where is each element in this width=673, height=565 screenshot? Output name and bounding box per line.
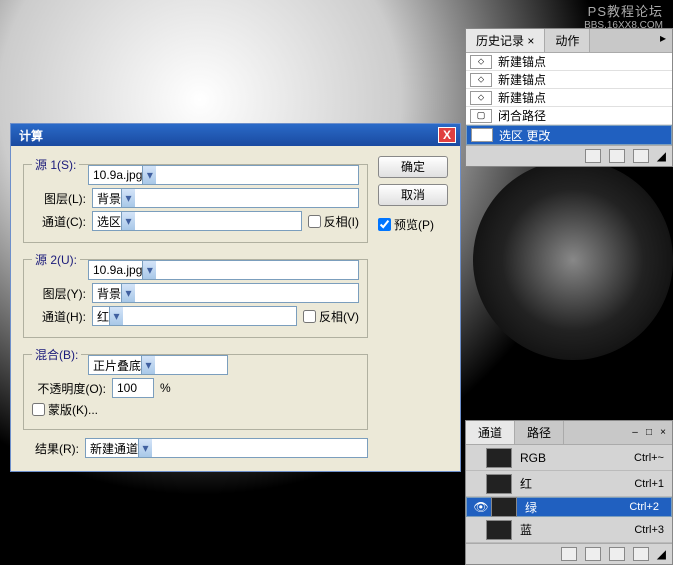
opacity-input[interactable] <box>112 378 154 398</box>
selection-icon: ▦ <box>471 128 493 142</box>
new-icon[interactable] <box>609 149 625 163</box>
chevron-down-icon: ▾ <box>142 261 156 279</box>
channel-label: 通道(C): <box>32 213 86 230</box>
close-icon[interactable]: × <box>658 428 668 438</box>
chevron-down-icon: ▾ <box>121 189 135 207</box>
chevron-down-icon: ▾ <box>138 439 152 457</box>
panel-resize-icon[interactable]: ◢ <box>657 149 666 163</box>
history-row[interactable]: ⬦新建锚点 <box>466 53 672 71</box>
anchor-icon: ⬦ <box>470 73 492 87</box>
percent-label: % <box>160 381 171 395</box>
tab-history[interactable]: 历史记录 × <box>466 29 545 52</box>
result-label: 结果(R): <box>23 440 79 457</box>
source2-file-select[interactable]: 10.9a.jpg▾ <box>88 260 359 280</box>
channel-row-rgb[interactable]: RGBCtrl+~ <box>466 445 672 471</box>
calculations-dialog: 计算 X 源 1(S): 10.9a.jpg▾ 图层(L): 背景▾ 通道(C)… <box>10 123 461 472</box>
minimize-icon[interactable]: – <box>630 428 640 438</box>
source1-channel-select[interactable]: 选区▾ <box>92 211 302 231</box>
mask-checkbox[interactable]: 蒙版(K)... <box>32 401 98 418</box>
preview-checkbox[interactable]: 预览(P) <box>378 216 448 233</box>
dialog-title: 计算 <box>19 127 438 144</box>
blend-mode-select[interactable]: 正片叠底▾ <box>88 355 228 375</box>
tab-paths[interactable]: 路径 <box>515 421 564 444</box>
close-icon[interactable]: X <box>438 127 456 143</box>
source2-channel-select[interactable]: 红▾ <box>92 306 297 326</box>
history-row[interactable]: ⬦新建锚点 <box>466 71 672 89</box>
load-selection-icon[interactable] <box>561 547 577 561</box>
chevron-down-icon: ▾ <box>142 166 156 184</box>
opacity-label: 不透明度(O): <box>32 380 106 397</box>
chevron-down-icon: ▾ <box>109 307 123 325</box>
channel-label: 通道(H): <box>32 308 86 325</box>
result-select[interactable]: 新建通道▾ <box>85 438 368 458</box>
invert2-checkbox[interactable]: 反相(V) <box>303 308 359 325</box>
tab-channels[interactable]: 通道 <box>466 421 515 444</box>
chevron-down-icon: ▾ <box>121 212 135 230</box>
source2-layer-select[interactable]: 背景▾ <box>92 283 359 303</box>
history-row[interactable]: ⬦新建锚点 <box>466 89 672 107</box>
thumb-icon <box>486 448 512 468</box>
path-icon: ▢ <box>470 109 492 123</box>
trash-icon[interactable] <box>633 149 649 163</box>
channel-row-green[interactable]: 👁绿Ctrl+2 <box>466 497 672 517</box>
save-selection-icon[interactable] <box>585 547 601 561</box>
thumb-icon <box>491 497 517 517</box>
invert1-checkbox[interactable]: 反相(I) <box>308 213 359 230</box>
close-icon[interactable]: × <box>527 34 534 48</box>
history-row[interactable]: ▦选区 更改 <box>466 125 672 145</box>
tab-actions[interactable]: 动作 <box>545 29 590 52</box>
chevron-down-icon: ▾ <box>141 356 155 374</box>
source2-group: 源 2(U): 10.9a.jpg▾ 图层(Y): 背景▾ 通道(H): 红▾ … <box>23 251 368 338</box>
thumb-icon <box>486 474 512 494</box>
panel-menu-icon[interactable]: ▸ <box>654 29 672 52</box>
history-row[interactable]: ▢闭合路径 <box>466 107 672 125</box>
snapshot-icon[interactable] <box>585 149 601 163</box>
channel-row-red[interactable]: 红Ctrl+1 <box>466 471 672 497</box>
blend-group: 混合(B): 正片叠底▾ 不透明度(O): % 蒙版(K)... <box>23 346 368 430</box>
chevron-down-icon: ▾ <box>121 284 135 302</box>
eye-icon[interactable]: 👁 <box>471 500 491 514</box>
source1-group: 源 1(S): 10.9a.jpg▾ 图层(L): 背景▾ 通道(C): 选区▾… <box>23 156 368 243</box>
trash-icon[interactable] <box>633 547 649 561</box>
source1-layer-select[interactable]: 背景▾ <box>92 188 359 208</box>
new-channel-icon[interactable] <box>609 547 625 561</box>
anchor-icon: ⬦ <box>470 91 492 105</box>
history-panel: 历史记录 × 动作 ▸ ⬦新建锚点 ⬦新建锚点 ⬦新建锚点 ▢闭合路径 ▦选区 … <box>465 28 673 167</box>
layer-label: 图层(Y): <box>32 285 86 302</box>
watermark: PS教程论坛 BBS.16XX8.COM <box>584 4 663 32</box>
dialog-titlebar[interactable]: 计算 X <box>11 124 460 146</box>
channels-panel: 通道 路径 – □ × RGBCtrl+~ 红Ctrl+1 👁绿Ctrl+2 蓝… <box>465 420 673 565</box>
layer-label: 图层(L): <box>32 190 86 207</box>
channel-row-blue[interactable]: 蓝Ctrl+3 <box>466 517 672 543</box>
panel-resize-icon[interactable]: ◢ <box>657 547 666 561</box>
thumb-icon <box>486 520 512 540</box>
ok-button[interactable]: 确定 <box>378 156 448 178</box>
maximize-icon[interactable]: □ <box>644 428 654 438</box>
cancel-button[interactable]: 取消 <box>378 184 448 206</box>
source1-file-select[interactable]: 10.9a.jpg▾ <box>88 165 359 185</box>
anchor-icon: ⬦ <box>470 55 492 69</box>
